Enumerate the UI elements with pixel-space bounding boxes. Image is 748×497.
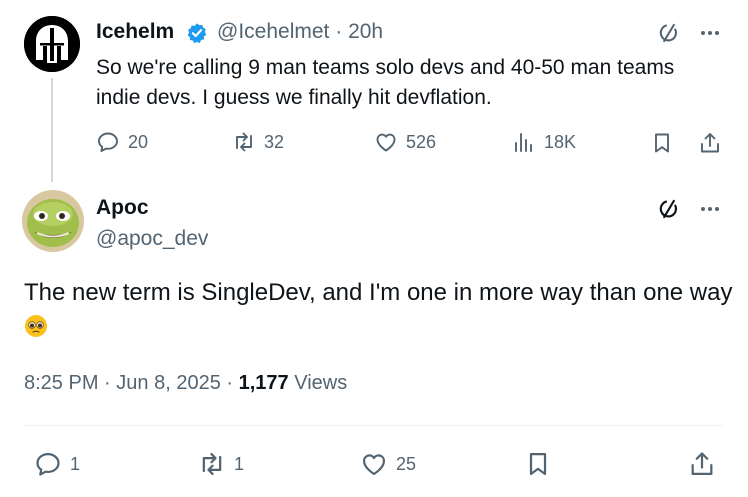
more-icon[interactable] [698, 22, 722, 44]
grok-icon[interactable] [656, 20, 682, 46]
more-icon[interactable] [698, 198, 722, 220]
parent-meta: @Icehelmet · 20h [217, 20, 383, 44]
parent-handle[interactable]: @Icehelmet [217, 20, 329, 43]
reply-icon [98, 132, 118, 152]
parent-views-button[interactable]: 18K [512, 130, 576, 154]
parent-reply-count: 20 [128, 131, 149, 152]
reply-views-label: Views [294, 372, 348, 394]
reply-bookmark-button[interactable] [524, 450, 552, 478]
reply-tweet-text: The new term is SingleDev, and I'm one i… [24, 276, 734, 344]
separator: · [104, 372, 111, 394]
share-icon [691, 452, 713, 476]
like-icon [376, 133, 396, 152]
reply-like-count: 25 [396, 453, 417, 474]
grok-icon[interactable] [656, 196, 682, 222]
repost-icon [202, 452, 222, 476]
reply-date[interactable]: Jun 8, 2025 [116, 372, 221, 394]
reply-icon [36, 452, 60, 476]
reply-text: The new term is SingleDev, and I'm one i… [24, 279, 733, 306]
parent-timestamp[interactable]: 20h [348, 20, 383, 43]
goblin-avatar-icon [22, 190, 84, 252]
parent-like-button[interactable]: 526 [374, 130, 436, 154]
separator: · [226, 372, 234, 394]
icehelm-avatar[interactable] [24, 16, 80, 72]
reply-author-name[interactable]: Apoc [96, 196, 149, 220]
share-icon [701, 133, 719, 153]
parent-repost-count: 32 [264, 131, 285, 152]
reply-reply-count: 1 [70, 453, 81, 474]
reply-repost-button[interactable]: 1 [198, 450, 244, 478]
thread-line [51, 78, 53, 182]
parent-tweet-text: So we're calling 9 man teams solo devs a… [96, 56, 675, 109]
divider [24, 425, 724, 426]
reply-handle[interactable]: @apoc_dev [96, 227, 208, 251]
parent-repost-button[interactable]: 32 [232, 130, 284, 154]
pleading-face-icon [25, 315, 47, 337]
reply-views-count: 1,177 [238, 372, 289, 394]
reply-reply-button[interactable]: 1 [34, 450, 80, 478]
reply-time[interactable]: 8:25 PM [24, 372, 98, 394]
reply-like-button[interactable]: 25 [360, 450, 416, 478]
parent-author-name[interactable]: Icehelm [96, 20, 174, 44]
parent-reply-button[interactable]: 20 [96, 130, 148, 154]
reply-share-button[interactable] [688, 450, 716, 478]
parent-share-button[interactable] [698, 131, 722, 155]
like-icon [362, 454, 386, 476]
bookmark-icon [529, 452, 547, 476]
views-icon [515, 133, 532, 152]
parent-view-count: 18K [544, 131, 577, 152]
verified-badge-icon[interactable] [186, 22, 208, 44]
parent-like-count: 526 [406, 131, 437, 152]
repost-icon [236, 132, 252, 152]
parent-bookmark-button[interactable] [650, 131, 674, 155]
apoc-avatar[interactable] [22, 190, 84, 252]
bookmark-icon [655, 133, 669, 153]
reply-meta: 8:25 PM · Jun 8, 2025 · 1,177 Views [24, 372, 347, 395]
separator: · [335, 20, 343, 43]
reply-repost-count: 1 [234, 453, 245, 474]
pleading-face-emoji [24, 314, 48, 338]
helmet-logo-icon [24, 16, 80, 72]
